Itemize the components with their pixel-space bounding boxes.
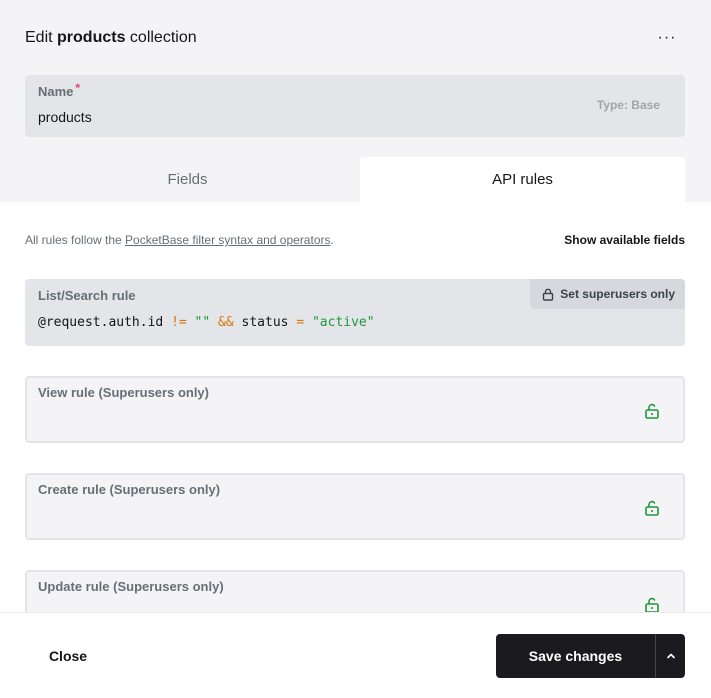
rules-note-suffix: . bbox=[330, 233, 334, 247]
code-token: status bbox=[233, 315, 297, 330]
code-operator: = bbox=[296, 315, 305, 330]
list-search-rule-code[interactable]: @request.auth.id != "" && status = "acti… bbox=[38, 315, 375, 330]
save-changes-button[interactable]: Save changes bbox=[496, 634, 655, 678]
update-rule-label-text: Update rule bbox=[38, 579, 110, 594]
code-operator: && bbox=[218, 315, 234, 330]
set-superusers-only-label: Set superusers only bbox=[560, 287, 675, 301]
unlock-icon[interactable] bbox=[643, 402, 661, 420]
panel-header: Edit products collection ··· Name* Type:… bbox=[0, 0, 711, 202]
code-string: "active" bbox=[311, 315, 375, 330]
code-operator: != bbox=[171, 315, 187, 330]
save-options-toggle[interactable] bbox=[655, 634, 685, 678]
name-input[interactable] bbox=[38, 109, 538, 125]
panel-footer: Close Save changes bbox=[0, 612, 711, 698]
set-superusers-only-button[interactable]: Set superusers only bbox=[530, 279, 685, 309]
rules-note-prefix: All rules follow the bbox=[25, 233, 126, 247]
title-collection-name: products bbox=[57, 29, 126, 46]
name-field[interactable]: Name* Type: Base bbox=[25, 75, 685, 137]
show-available-fields-button[interactable]: Show available fields bbox=[564, 233, 685, 247]
name-label: Name * bbox=[38, 81, 81, 99]
tabs: Fields API rules bbox=[0, 157, 711, 202]
list-search-rule-label: List/Search rule bbox=[38, 288, 136, 303]
unlock-icon[interactable] bbox=[643, 596, 661, 612]
required-mark: * bbox=[75, 81, 81, 95]
more-icon: ··· bbox=[657, 29, 677, 46]
filter-syntax-link[interactable]: PocketBase filter syntax and operators bbox=[125, 233, 330, 247]
chevron-up-icon bbox=[666, 653, 675, 659]
api-rules-panel: All rules follow the PocketBase filter s… bbox=[0, 202, 711, 612]
tab-api-rules[interactable]: API rules bbox=[360, 157, 685, 202]
lock-icon bbox=[543, 288, 554, 301]
view-rule-label: View rule (Superusers only) bbox=[38, 385, 209, 400]
save-button-group: Save changes bbox=[496, 634, 685, 678]
title-suffix: collection bbox=[125, 29, 197, 46]
code-token: @request.auth.id bbox=[38, 315, 172, 330]
create-rule-field[interactable]: Create rule (Superusers only) bbox=[25, 473, 685, 540]
create-rule-label-text: Create rule bbox=[38, 482, 106, 497]
view-rule-label-text: View rule bbox=[38, 385, 95, 400]
update-rule-label: Update rule (Superusers only) bbox=[38, 579, 224, 594]
panel-title: Edit products collection bbox=[25, 29, 197, 47]
code-string: "" bbox=[194, 315, 211, 330]
create-rule-label: Create rule (Superusers only) bbox=[38, 482, 220, 497]
update-rule-hint: (Superusers only) bbox=[113, 579, 224, 594]
update-rule-field[interactable]: Update rule (Superusers only) bbox=[25, 570, 685, 612]
tab-fields[interactable]: Fields bbox=[25, 157, 350, 202]
close-button[interactable]: Close bbox=[36, 634, 100, 678]
rules-note: All rules follow the PocketBase filter s… bbox=[25, 233, 334, 247]
more-options-button[interactable]: ··· bbox=[652, 24, 682, 52]
unlock-icon[interactable] bbox=[643, 499, 661, 517]
title-prefix: Edit bbox=[25, 29, 58, 46]
list-search-rule-field[interactable]: List/Search rule Set superusers only @re… bbox=[25, 279, 685, 346]
name-label-text: Name bbox=[38, 84, 74, 99]
create-rule-hint: (Superusers only) bbox=[109, 482, 221, 497]
type-hint: Type: Base bbox=[596, 98, 660, 112]
view-rule-field[interactable]: View rule (Superusers only) bbox=[25, 376, 685, 443]
view-rule-hint: (Superusers only) bbox=[98, 385, 209, 400]
